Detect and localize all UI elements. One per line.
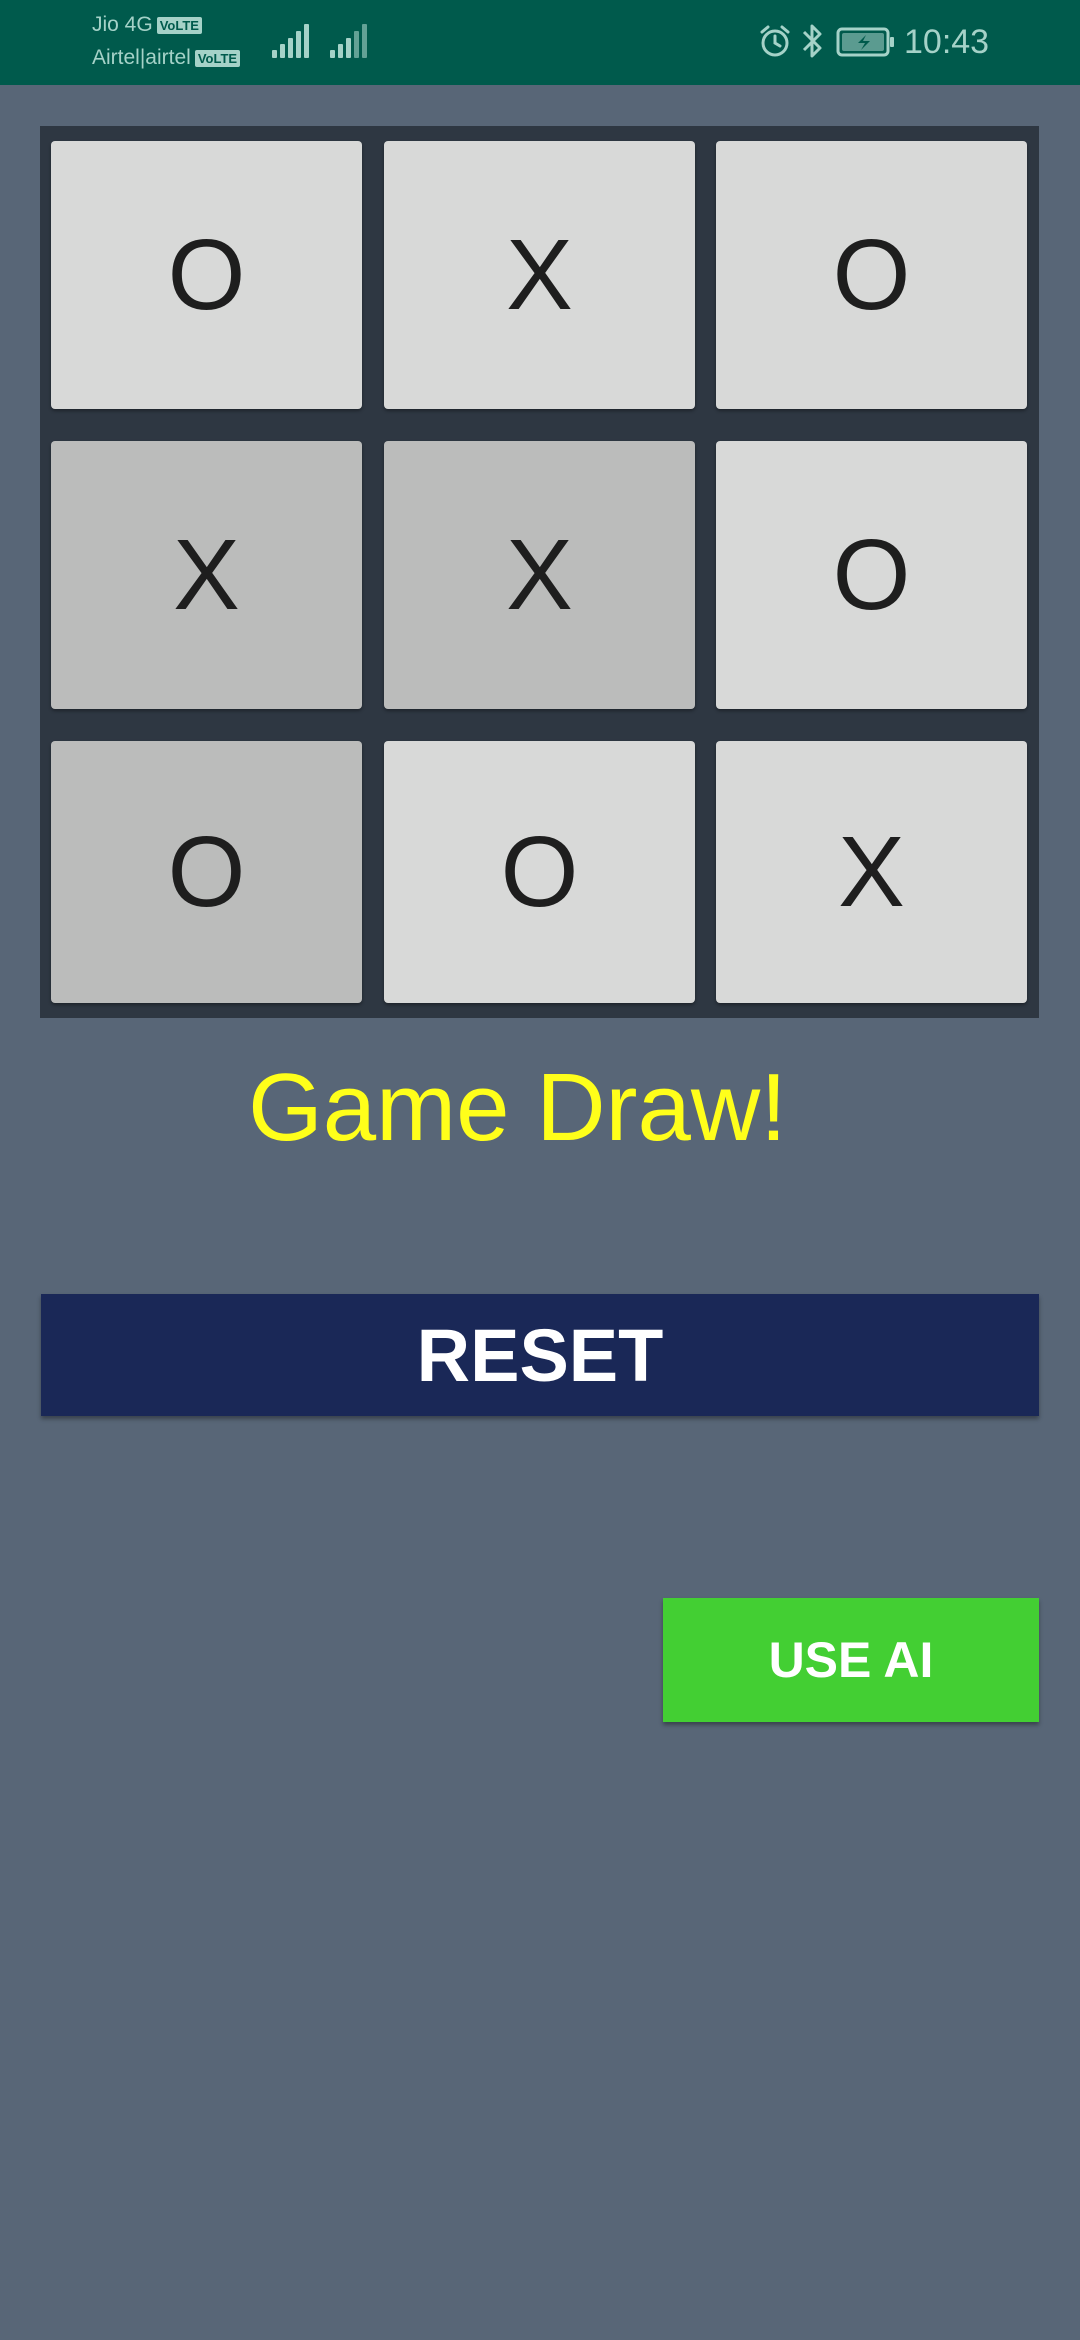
clock: 10:43: [904, 23, 990, 61]
board-cell-4[interactable]: X: [51, 441, 362, 709]
cell-mark: O: [832, 519, 911, 631]
carrier-2: Airtel|airtel VoLTE: [92, 45, 241, 71]
board-cell-1[interactable]: O: [51, 141, 362, 409]
use-ai-button[interactable]: USE AI: [663, 1598, 1039, 1722]
battery-charging-icon: [836, 27, 894, 57]
board-cell-5[interactable]: X: [384, 441, 695, 709]
volte-badge: VoLTE: [194, 49, 241, 67]
signal-icon: [330, 24, 367, 58]
carrier-2-label: Airtel|airtel: [92, 46, 191, 69]
volte-badge: VoLTE: [156, 16, 202, 34]
status-bar: Jio 4G VoLTE Airtel|airtel VoLTE 10:43: [0, 0, 1080, 85]
board-cell-9[interactable]: X: [716, 741, 1027, 1003]
cell-mark: O: [167, 816, 246, 928]
game-board: O X O X X O O O X: [40, 126, 1039, 1018]
reset-button[interactable]: RESET: [41, 1294, 1039, 1416]
game-result-text: Game Draw!: [248, 1054, 787, 1161]
carrier-1: Jio 4G VoLTE: [92, 12, 202, 38]
bluetooth-icon: [802, 24, 822, 58]
signal-icon: [272, 24, 309, 58]
board-cell-8[interactable]: O: [384, 741, 695, 1003]
alarm-icon: [760, 25, 790, 57]
board-cell-6[interactable]: O: [716, 441, 1027, 709]
board-cell-2[interactable]: X: [384, 141, 695, 409]
board-cell-7[interactable]: O: [51, 741, 362, 1003]
cell-mark: O: [500, 816, 579, 928]
cell-mark: X: [506, 219, 573, 331]
cell-mark: O: [832, 219, 911, 331]
cell-mark: X: [506, 519, 573, 631]
carrier-1-label: Jio 4G: [92, 13, 153, 36]
cell-mark: X: [173, 519, 240, 631]
cell-mark: O: [167, 219, 246, 331]
board-cell-3[interactable]: O: [716, 141, 1027, 409]
cell-mark: X: [838, 816, 905, 928]
